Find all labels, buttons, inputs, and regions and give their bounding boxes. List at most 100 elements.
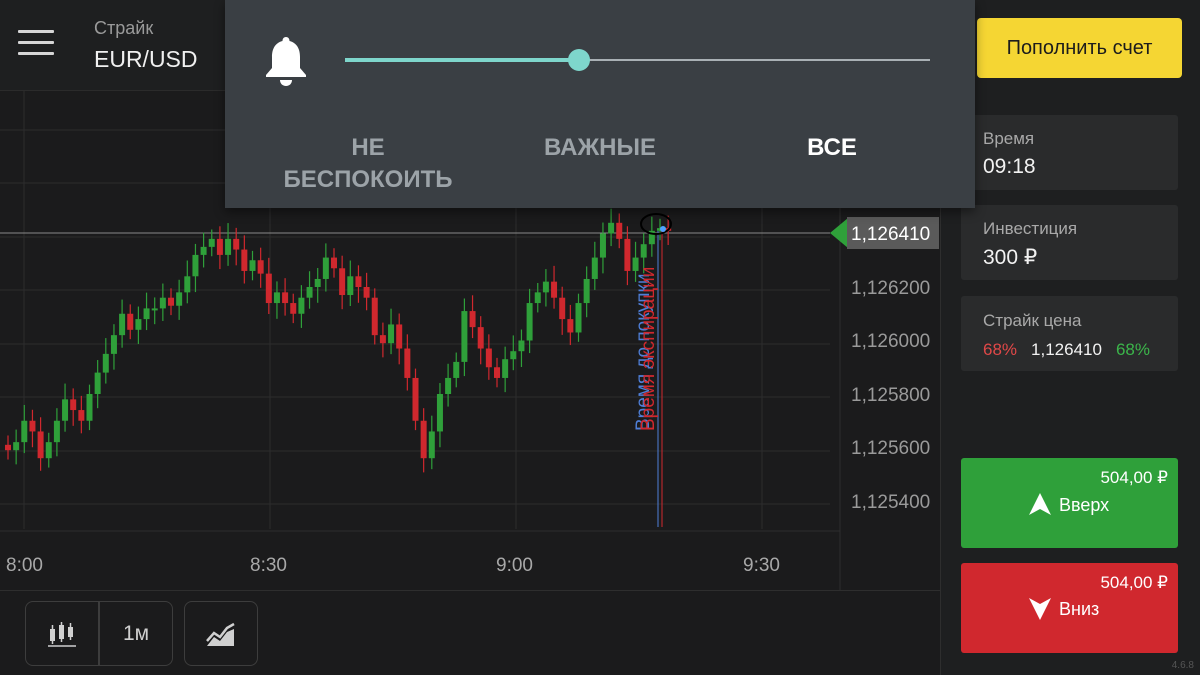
candle xyxy=(485,348,492,368)
candle xyxy=(616,222,623,239)
candle xyxy=(208,238,215,247)
candle xyxy=(428,431,435,459)
x-tick-label: 8:30 xyxy=(250,555,287,576)
payout-up-percent: 68% xyxy=(1115,340,1150,359)
candle xyxy=(306,287,313,298)
candle xyxy=(388,324,395,344)
candle xyxy=(273,292,280,304)
candle xyxy=(591,257,598,279)
candle xyxy=(542,281,549,293)
candle xyxy=(534,292,541,304)
candle xyxy=(151,308,158,311)
investment-card[interactable]: Инвестиция 300 ₽ xyxy=(961,205,1178,280)
indicator-group xyxy=(184,601,258,666)
candle xyxy=(78,410,85,421)
candle xyxy=(200,246,207,255)
candle xyxy=(119,313,126,336)
candle xyxy=(420,420,427,459)
candle xyxy=(640,244,647,258)
candle xyxy=(404,348,411,378)
strike-label: Страйк цена xyxy=(983,311,1082,330)
candle xyxy=(184,276,191,293)
candle xyxy=(608,222,615,234)
y-tick-label: 1,125400 xyxy=(851,492,930,513)
hamburger-menu-icon[interactable] xyxy=(18,30,54,60)
candle xyxy=(461,311,468,362)
down-payout-amount: 504,00 ₽ xyxy=(1100,573,1168,592)
candle xyxy=(53,420,60,443)
notification-settings-panel: НЕ БЕСПОКОИТЬ ВАЖНЫЕ ВСЕ xyxy=(225,0,975,208)
candle xyxy=(314,278,321,287)
candle xyxy=(339,268,346,296)
payout-down-percent: 68% xyxy=(983,340,1018,359)
strike-price: 1,126410 xyxy=(1031,340,1102,359)
candle xyxy=(298,297,305,314)
candle xyxy=(168,297,174,306)
y-tick-label: 1,126200 xyxy=(851,278,930,299)
candle xyxy=(135,319,142,330)
current-price-dot xyxy=(660,226,666,232)
candle xyxy=(469,311,476,328)
bell-icon xyxy=(266,37,306,86)
candle xyxy=(624,238,631,271)
candle xyxy=(241,249,248,271)
option-important[interactable]: ВАЖНЫЕ xyxy=(485,132,715,164)
candle xyxy=(445,377,452,394)
candle xyxy=(176,292,183,306)
option-do-not-disturb[interactable]: НЕ БЕСПОКОИТЬ xyxy=(253,132,483,196)
candle xyxy=(494,367,500,378)
put-down-button[interactable]: 504,00 ₽ Вниз xyxy=(961,563,1178,653)
candle xyxy=(192,254,199,277)
investment-value: 300 ₽ xyxy=(983,246,1038,269)
candle xyxy=(70,399,77,411)
x-tick-label: 9:30 xyxy=(743,555,780,576)
chart-toolbar: 1м xyxy=(0,590,940,675)
time-value: 09:18 xyxy=(983,155,1036,178)
slider-thumb[interactable] xyxy=(568,49,590,71)
notification-level-slider[interactable] xyxy=(345,49,930,71)
up-payout-amount: 504,00 ₽ xyxy=(1100,468,1168,487)
candle xyxy=(575,303,582,333)
candlestick-icon[interactable] xyxy=(26,602,98,665)
candle xyxy=(45,442,52,459)
marker-circle xyxy=(640,213,672,235)
x-tick-label: 9:00 xyxy=(496,555,533,576)
candle xyxy=(102,353,109,373)
candle xyxy=(94,372,101,394)
call-up-button[interactable]: 504,00 ₽ Вверх xyxy=(961,458,1178,548)
candle xyxy=(225,238,232,255)
candle xyxy=(5,444,11,451)
candle xyxy=(290,303,297,314)
chart-type-group: 1м xyxy=(25,601,173,666)
trend-line-icon[interactable] xyxy=(185,602,257,665)
deposit-button[interactable]: Пополнить счет xyxy=(977,18,1182,78)
asset-name[interactable]: EUR/USD xyxy=(94,46,198,73)
price-tag-arrow xyxy=(830,218,848,248)
option-all[interactable]: ВСЕ xyxy=(717,132,947,164)
candle xyxy=(233,238,240,250)
candle xyxy=(159,297,166,309)
up-label: Вверх xyxy=(1059,495,1110,515)
candle xyxy=(502,359,509,378)
candle xyxy=(257,260,264,274)
candle xyxy=(110,335,117,354)
x-tick-label: 8:00 xyxy=(6,555,43,576)
candle xyxy=(379,335,386,344)
candle xyxy=(347,276,354,296)
trade-panel: Пополнить счет Время 09:18 Инвестиция 30… xyxy=(940,0,1200,675)
candle xyxy=(21,420,28,443)
time-label: Время xyxy=(983,129,1035,148)
candle xyxy=(559,297,566,320)
expiry-time-label: Время экспирации xyxy=(638,267,659,431)
investment-label: Инвестиция xyxy=(983,219,1078,238)
candle xyxy=(29,420,36,432)
app-version: 4.6.8 xyxy=(1171,660,1194,671)
candle xyxy=(355,276,362,287)
asset-label: Страйк xyxy=(94,18,154,38)
candle xyxy=(436,394,443,432)
timeframe-button[interactable]: 1м xyxy=(98,602,172,665)
arrow-down-icon xyxy=(1029,598,1051,620)
time-card[interactable]: Время 09:18 xyxy=(961,115,1178,190)
y-tick-label: 1,125600 xyxy=(851,438,930,459)
candle xyxy=(412,377,419,421)
